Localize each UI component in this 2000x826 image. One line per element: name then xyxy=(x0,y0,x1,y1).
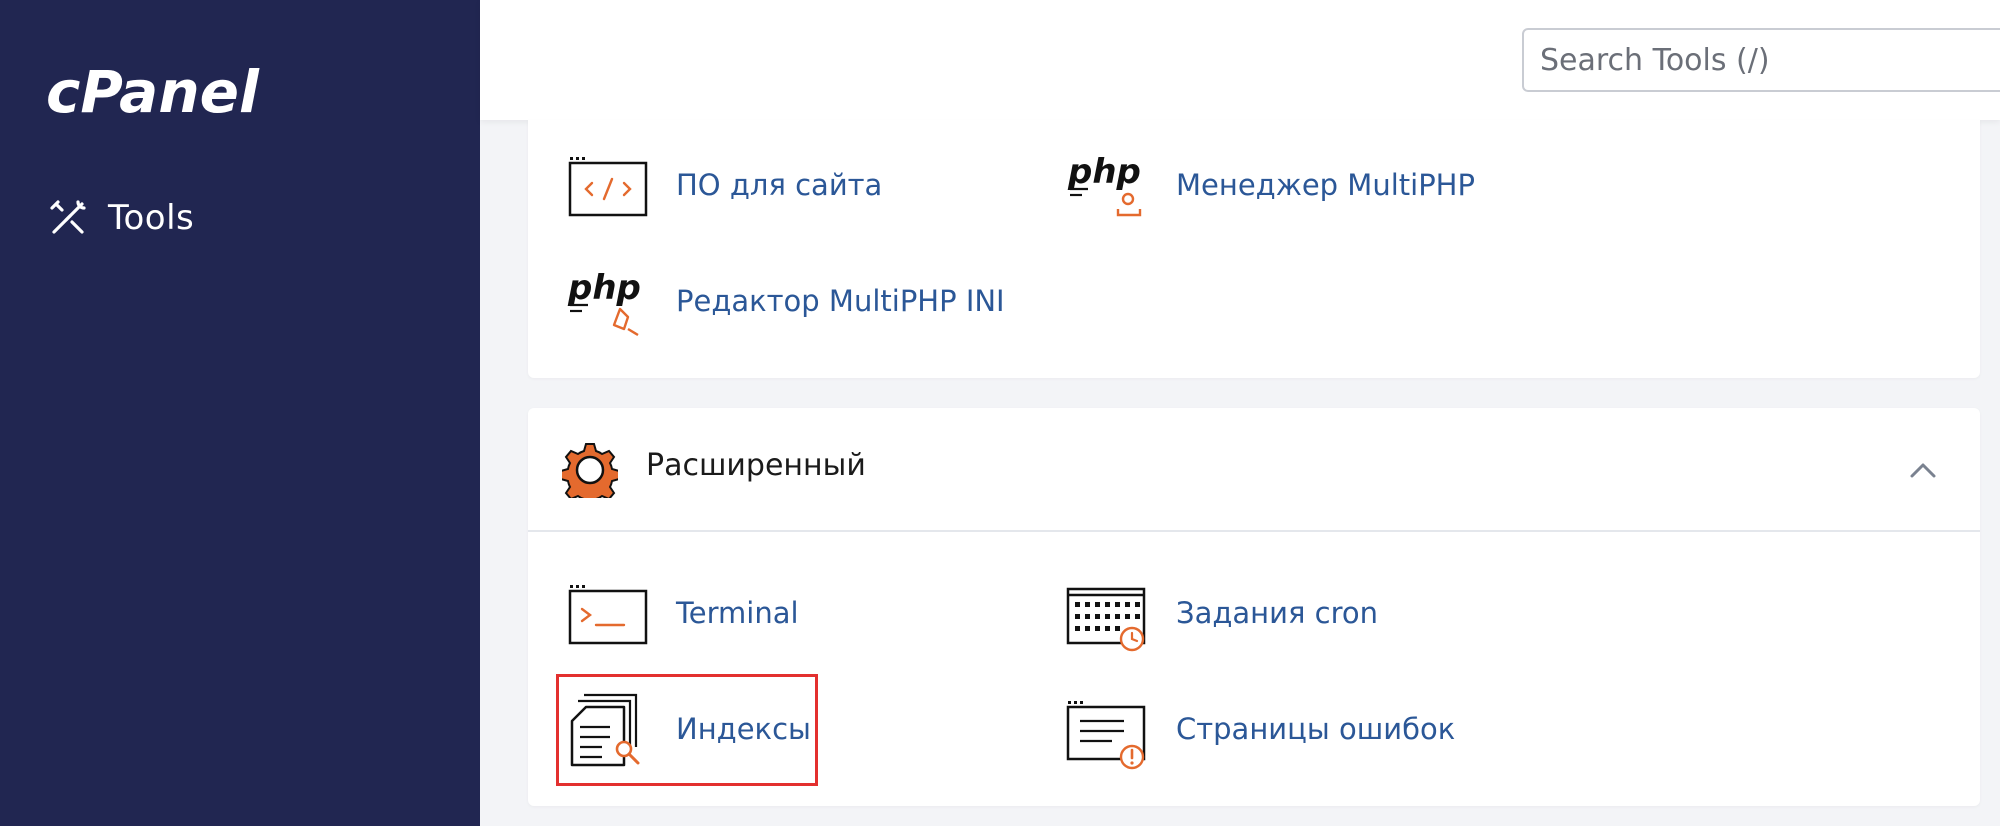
svg-text:cPanel: cPanel xyxy=(46,58,260,126)
tool-indexes[interactable]: Индексы xyxy=(566,684,811,774)
php-manager-icon: php xyxy=(1067,152,1142,217)
tool-cron-jobs[interactable]: Задания cron xyxy=(1066,568,1378,658)
cpanel-logo[interactable]: cPanel xyxy=(46,52,286,132)
gear-icon xyxy=(562,443,618,498)
svg-text:php: php xyxy=(567,268,641,308)
advanced-panel-title: Расширенный xyxy=(646,448,866,483)
tool-multiphp-manager-label: Менеджер MultiPHP xyxy=(1176,168,1475,202)
tool-terminal[interactable]: Terminal xyxy=(566,568,799,658)
tool-multiphp-ini-editor-label: Редактор MultiPHP INI xyxy=(676,284,1005,318)
terminal-icon xyxy=(568,585,648,645)
svg-text:php: php xyxy=(1067,152,1141,192)
advanced-panel-header[interactable]: Расширенный xyxy=(528,408,1980,532)
tool-multiphp-manager[interactable]: php Менеджер MultiPHP xyxy=(1066,140,1475,230)
search-tools-input[interactable] xyxy=(1522,28,2000,92)
php-editor-icon: php xyxy=(567,268,641,337)
error-pages-icon xyxy=(1066,701,1146,770)
tool-multiphp-ini-editor[interactable]: php Редактор MultiPHP INI xyxy=(566,256,1005,346)
code-window-icon xyxy=(568,157,648,217)
tool-error-pages-label: Страницы ошибок xyxy=(1176,712,1456,746)
sidebar: cPanel Tools xyxy=(0,0,480,826)
tool-error-pages[interactable]: Страницы ошибок xyxy=(1066,684,1455,774)
indexes-icon xyxy=(570,693,640,767)
chevron-up-icon[interactable] xyxy=(1908,456,1938,486)
tools-icon xyxy=(50,200,86,234)
tool-terminal-label: Terminal xyxy=(676,596,799,630)
tool-site-software[interactable]: ПО для сайта xyxy=(566,140,882,230)
sidebar-item-tools[interactable]: Tools xyxy=(48,190,194,246)
tool-site-software-label: ПО для сайта xyxy=(676,168,883,202)
tool-cron-jobs-label: Задания cron xyxy=(1176,596,1379,630)
sidebar-tools-label: Tools xyxy=(108,198,195,238)
tool-indexes-label: Индексы xyxy=(676,712,811,746)
cron-calendar-icon xyxy=(1066,587,1146,652)
